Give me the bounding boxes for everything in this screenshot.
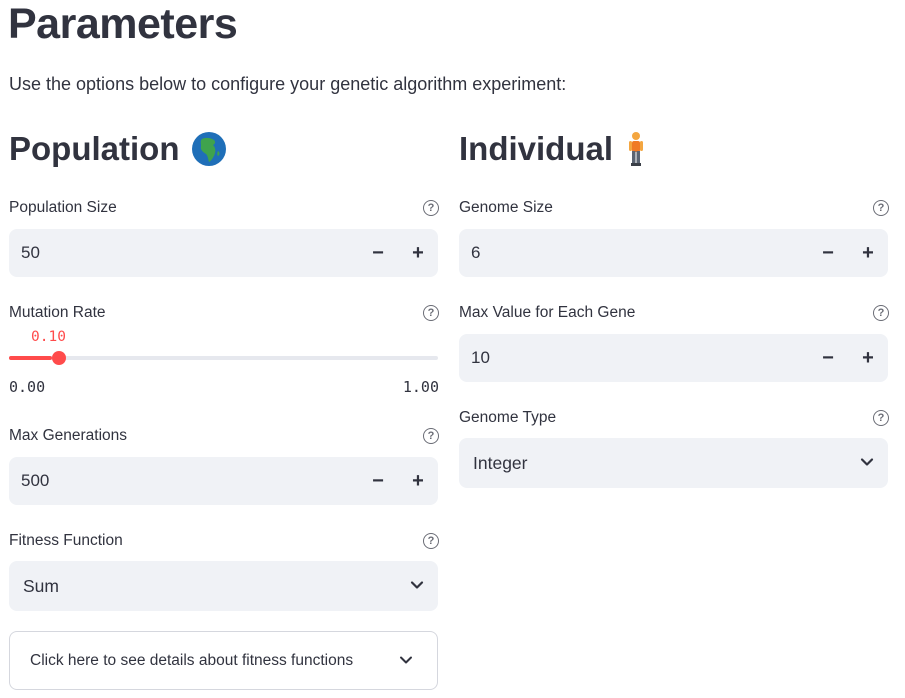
max-value-increment-button[interactable]: + [856, 346, 880, 370]
mutation-rate-label: Mutation Rate [9, 304, 106, 321]
mutation-rate-help-icon[interactable]: ? [423, 305, 439, 321]
fitness-function-help-icon[interactable]: ? [423, 533, 439, 549]
mutation-rate-min-label: 0.00 [9, 378, 46, 396]
genome-size-decrement-button[interactable]: − [816, 241, 840, 265]
globe-africa-icon [191, 131, 227, 167]
max-generations-input[interactable]: 500 − + [9, 457, 438, 505]
chevron-down-icon[interactable] [399, 653, 413, 672]
population-size-decrement-button[interactable]: − [366, 241, 390, 265]
population-size-increment-button[interactable]: + [406, 241, 430, 265]
page-subtitle: Use the options below to configure your … [9, 74, 567, 94]
max-value-help-icon[interactable]: ? [873, 305, 889, 321]
genome-type-select[interactable]: Integer [459, 438, 888, 488]
population-heading-text: Population [9, 130, 180, 167]
max-generations-value[interactable]: 500 [21, 471, 49, 491]
individual-heading-text: Individual [459, 130, 614, 167]
individual-heading: Individual [459, 130, 647, 168]
genome-size-label: Genome Size [459, 199, 553, 216]
max-generations-increment-button[interactable]: + [406, 469, 430, 493]
population-size-input[interactable]: 50 − + [9, 229, 438, 277]
genome-type-help-icon[interactable]: ? [873, 410, 889, 426]
genome-type-selected[interactable]: Integer [473, 453, 527, 474]
mutation-rate-slider-thumb[interactable] [51, 351, 66, 365]
population-size-help-icon[interactable]: ? [423, 200, 439, 216]
population-heading: Population [9, 130, 227, 168]
population-size-value[interactable]: 50 [21, 243, 40, 263]
genome-size-input[interactable]: 6 − + [459, 229, 888, 277]
max-generations-help-icon[interactable]: ? [423, 428, 439, 444]
mutation-rate-slider-fill [9, 356, 52, 360]
person-standing-icon [625, 131, 647, 167]
population-size-label: Population Size [9, 199, 117, 216]
fitness-function-select[interactable]: Sum [9, 561, 438, 611]
max-value-label: Max Value for Each Gene [459, 304, 636, 321]
mutation-rate-value: 0.10 [31, 329, 66, 345]
genome-size-value[interactable]: 6 [471, 243, 480, 263]
max-value-input[interactable]: 10 − + [459, 334, 888, 382]
max-value-value[interactable]: 10 [471, 348, 490, 368]
genome-size-help-icon[interactable]: ? [873, 200, 889, 216]
max-value-decrement-button[interactable]: − [816, 346, 840, 370]
chevron-down-icon[interactable] [860, 455, 874, 474]
max-generations-label: Max Generations [9, 427, 128, 444]
fitness-function-selected[interactable]: Sum [23, 576, 59, 597]
max-generations-decrement-button[interactable]: − [366, 469, 390, 493]
mutation-rate-slider[interactable] [9, 351, 438, 365]
mutation-rate-max-label: 1.00 [402, 378, 439, 396]
genome-size-increment-button[interactable]: + [856, 241, 880, 265]
page-title: Parameters [8, 0, 238, 48]
genome-type-label: Genome Type [459, 409, 557, 426]
chevron-down-icon[interactable] [410, 578, 424, 597]
fitness-functions-expander-label[interactable]: Click here to see details about fitness … [30, 652, 353, 670]
fitness-functions-expander[interactable]: Click here to see details about fitness … [9, 631, 438, 690]
fitness-function-label: Fitness Function [9, 532, 123, 549]
